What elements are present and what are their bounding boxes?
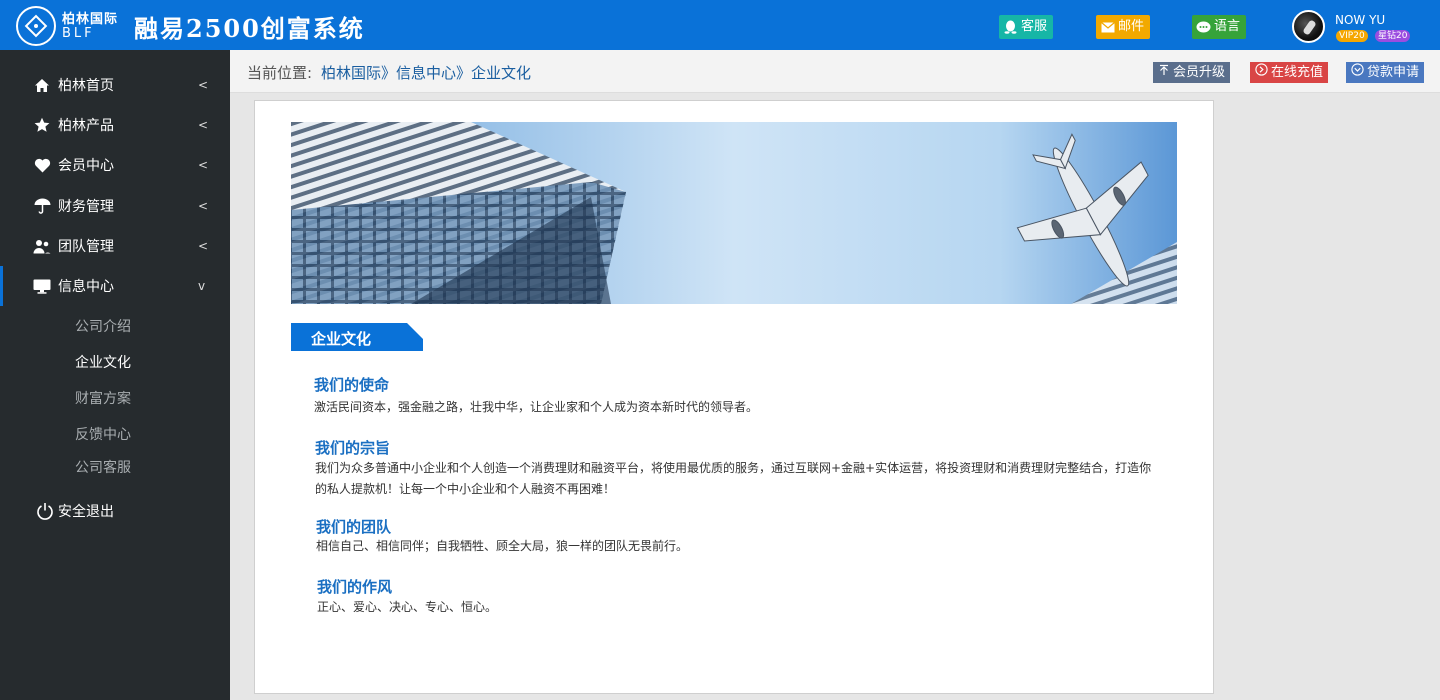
heart-icon xyxy=(33,156,51,174)
arrow-up-icon xyxy=(1158,62,1170,83)
envelope-icon xyxy=(1100,20,1115,35)
sidebar-item-products[interactable]: 柏林产品 < xyxy=(0,105,230,145)
monitor-icon xyxy=(33,277,51,295)
purpose-text: 我们为众多普通中小企业和个人创造一个消费理财和融资平台，将使用最优质的服务，通过… xyxy=(315,461,1152,496)
online-recharge-label: 在线充值 xyxy=(1271,65,1324,80)
team-title: 我们的团队 xyxy=(316,518,392,536)
content-card: 企业文化 我们的使命 激活民间资本，强金融之路，壮我中华，让企业家和个人成为资本… xyxy=(254,100,1214,694)
sidebar-subitem-wealth-plan[interactable]: 财富方案 xyxy=(75,388,131,408)
member-upgrade-label: 会员升级 xyxy=(1173,65,1226,80)
sidebar-item-label: 柏林产品 xyxy=(58,118,114,134)
circle-arrow-icon xyxy=(1255,62,1268,83)
chevron-left-icon: < xyxy=(198,199,209,213)
sidebar-item-label: 财务管理 xyxy=(58,199,114,215)
sidebar-item-info-center[interactable]: 信息中心 v xyxy=(0,266,230,306)
sidebar-item-home[interactable]: 柏林首页 < xyxy=(0,65,230,105)
mission-text: 激活民间资本，强金融之路，壮我中华，让企业家和个人成为资本新时代的领导者。 xyxy=(314,400,759,414)
vip-badge: VIP20 xyxy=(1336,30,1368,42)
star-diamond-badge: 星钻20 xyxy=(1375,30,1411,42)
top-header: 柏林国际 BLF 融易2500创富系统 客服 邮件 语言 NOW YU VIP2… xyxy=(0,0,1440,50)
sidebar-subitem-corporate-culture[interactable]: 企业文化 xyxy=(75,352,131,372)
breadcrumb[interactable]: 柏林国际》信息中心》企业文化 xyxy=(321,62,531,83)
banner-image xyxy=(291,122,1177,304)
breadcrumb-bar: 当前位置: 柏林国际》信息中心》企业文化 会员升级 在线充值 贷款申请 xyxy=(230,50,1440,93)
sidebar-item-team[interactable]: 团队管理 < xyxy=(0,226,230,266)
member-upgrade-button[interactable]: 会员升级 xyxy=(1153,62,1231,83)
mail-button[interactable]: 邮件 xyxy=(1096,15,1151,39)
chevron-left-icon: < xyxy=(198,239,209,253)
user-name[interactable]: NOW YU xyxy=(1335,13,1385,27)
language-label: 语言 xyxy=(1214,19,1241,34)
blf-logo-icon[interactable] xyxy=(16,6,56,46)
customer-service-label: 客服 xyxy=(1021,19,1048,34)
sidebar-item-finance[interactable]: 财务管理 < xyxy=(0,186,230,226)
chevron-left-icon: < xyxy=(198,118,209,132)
sidebar-item-label: 柏林首页 xyxy=(58,78,114,94)
sidebar-item-label: 会员中心 xyxy=(58,158,114,174)
power-icon xyxy=(36,502,54,520)
star-icon xyxy=(33,116,51,134)
style-title: 我们的作风 xyxy=(317,578,393,596)
sidebar-subitem-customer-service[interactable]: 公司客服 xyxy=(75,457,131,477)
sidebar-subitem-company-intro[interactable]: 公司介绍 xyxy=(75,316,131,336)
circle-chevron-down-icon xyxy=(1351,62,1364,83)
style-text: 正心、爱心、决心、专心、恒心。 xyxy=(317,600,498,614)
users-icon xyxy=(33,237,51,255)
purpose-title: 我们的宗旨 xyxy=(315,439,391,457)
mission-title: 我们的使命 xyxy=(314,376,390,394)
online-recharge-button[interactable]: 在线充值 xyxy=(1250,62,1329,83)
mail-label: 邮件 xyxy=(1118,19,1145,34)
loan-application-label: 贷款申请 xyxy=(1367,65,1420,80)
user-avatar[interactable] xyxy=(1292,10,1325,43)
logout-button[interactable]: 安全退出 xyxy=(0,491,230,531)
chevron-down-icon: v xyxy=(198,279,206,293)
sidebar-item-label: 信息中心 xyxy=(58,279,114,295)
section-title: 企业文化 xyxy=(311,330,372,348)
chevron-left-icon: < xyxy=(198,158,209,172)
customer-service-button[interactable]: 客服 xyxy=(999,15,1054,39)
breadcrumb-label: 当前位置: xyxy=(247,64,313,82)
logout-label: 安全退出 xyxy=(58,504,114,520)
home-icon xyxy=(33,76,51,94)
qq-penguin-icon xyxy=(1003,20,1018,35)
sidebar-item-label: 团队管理 xyxy=(58,239,114,255)
sidebar-subitem-feedback[interactable]: 反馈中心 xyxy=(75,424,131,444)
sidebar-item-members[interactable]: 会员中心 < xyxy=(0,145,230,185)
chevron-left-icon: < xyxy=(198,78,209,92)
team-text: 相信自己、相信同伴；自我牺牲、顾全大局，狼一样的团队无畏前行。 xyxy=(316,539,689,553)
brand-name-cn: 柏林国际 xyxy=(62,12,119,27)
loan-application-button[interactable]: 贷款申请 xyxy=(1346,62,1425,83)
chat-bubble-icon xyxy=(1196,20,1211,35)
brand-name-en: BLF xyxy=(62,26,95,41)
app-title: 融易2500创富系统 xyxy=(134,14,365,43)
sidebar: 柏林首页 < 柏林产品 < 会员中心 < 财务管理 < 团队管理 < 信息中心 … xyxy=(0,50,230,700)
umbrella-icon xyxy=(33,197,51,215)
language-button[interactable]: 语言 xyxy=(1192,15,1247,39)
